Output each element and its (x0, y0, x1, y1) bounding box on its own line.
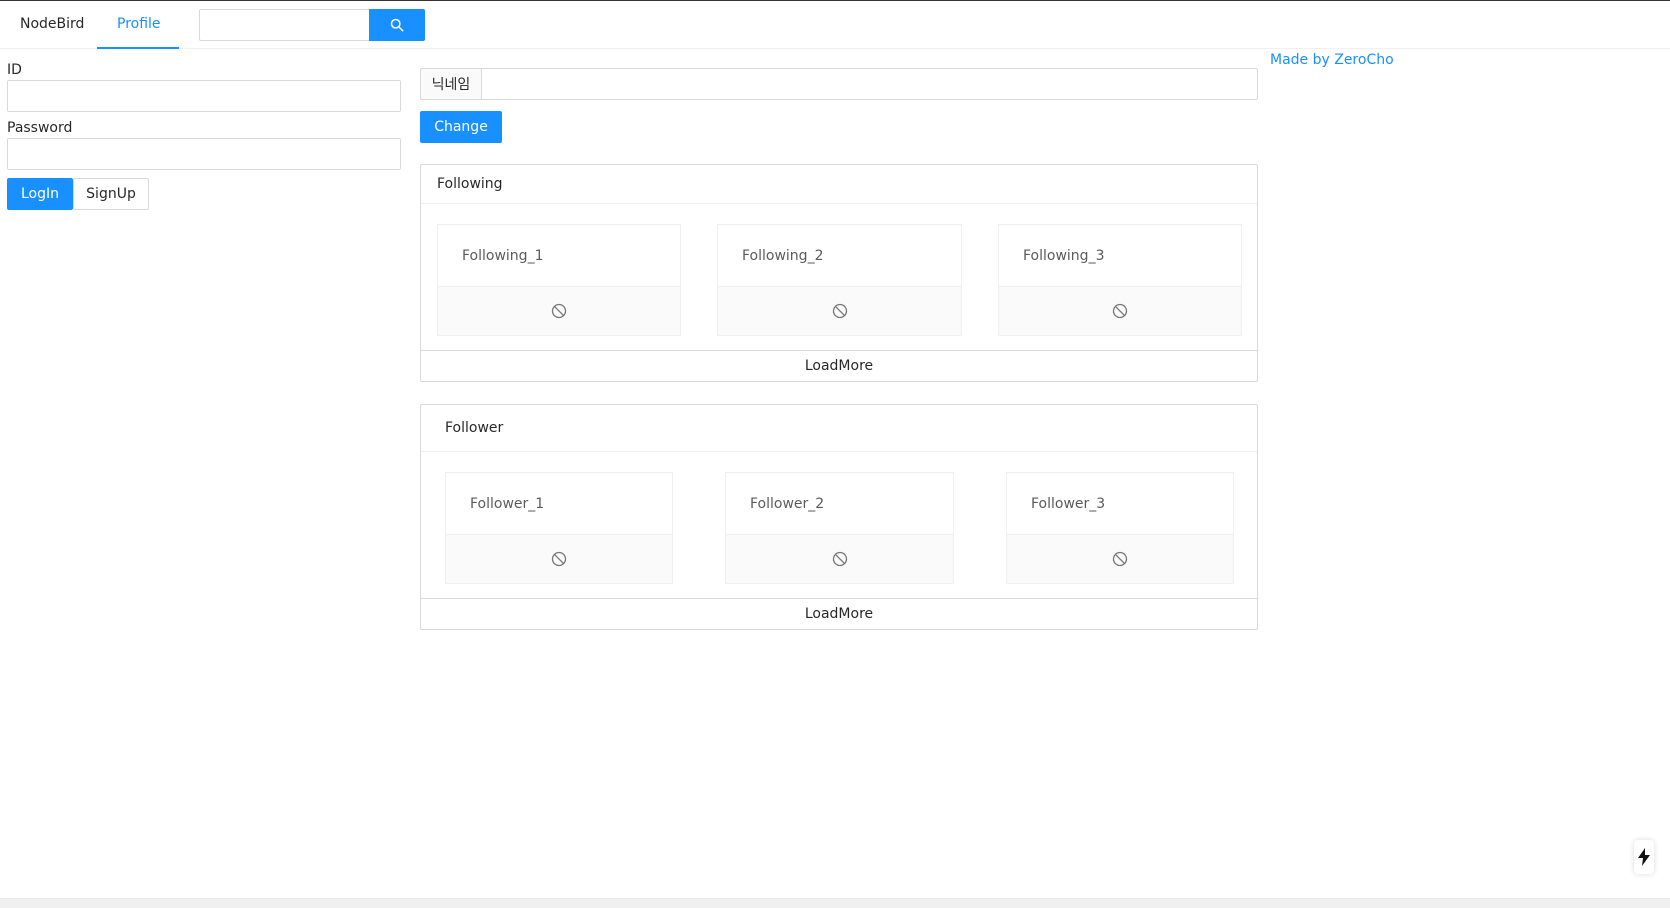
stop-icon (1112, 551, 1128, 567)
follower-card: Follower_2 (725, 472, 954, 584)
nickname-addon-label: 닉네임 (420, 68, 481, 100)
stop-icon (832, 551, 847, 567)
search-icon (390, 18, 404, 32)
follower-card: Follower_1 (445, 472, 673, 584)
search-input[interactable] (199, 9, 369, 41)
follower-load-more-button[interactable]: LoadMore (420, 598, 1258, 630)
stop-icon (551, 303, 567, 319)
following-card-title: Following_3 (999, 225, 1241, 287)
follower-list: Follower Follower_1 Follower_2 Follower_… (420, 404, 1258, 630)
block-follower-button[interactable] (446, 535, 672, 583)
stop-icon (1112, 303, 1128, 319)
search-group (199, 9, 425, 41)
nickname-edit-group: 닉네임 (420, 68, 1258, 100)
password-field[interactable] (7, 138, 401, 170)
login-form: ID Password LogIn SignUp (7, 60, 402, 210)
stop-icon (832, 303, 847, 319)
horizontal-scrollbar[interactable] (0, 898, 1670, 908)
unfollow-button[interactable] (438, 287, 680, 335)
unfollow-button[interactable] (718, 287, 961, 335)
following-list: Following Following_1 Following_2 Follow… (420, 164, 1258, 382)
following-card-title: Following_2 (718, 225, 961, 287)
search-button[interactable] (369, 9, 425, 41)
login-button[interactable]: LogIn (7, 178, 73, 210)
block-follower-button[interactable] (1007, 535, 1233, 583)
nav-item-profile[interactable]: Profile (97, 1, 179, 49)
block-follower-button[interactable] (726, 535, 953, 583)
top-navbar: NodeBird Profile (0, 1, 1670, 49)
lightning-icon (1638, 848, 1650, 866)
profile-main: 닉네임 Change Following Following_1 Followi… (420, 68, 1258, 630)
follower-card-title: Follower_1 (446, 473, 672, 535)
following-card: Following_3 (998, 224, 1242, 336)
following-list-header: Following (421, 165, 1257, 204)
signup-button[interactable]: SignUp (73, 178, 149, 210)
following-card-title: Following_1 (438, 225, 680, 287)
password-label: Password (7, 120, 73, 136)
follower-card-title: Follower_2 (726, 473, 953, 535)
dev-indicator-button[interactable] (1634, 840, 1654, 874)
stop-icon (551, 551, 567, 567)
follower-list-header: Follower (421, 405, 1257, 452)
id-label: ID (7, 62, 22, 78)
id-field[interactable] (7, 80, 401, 112)
nav-item-nodebird[interactable]: NodeBird (0, 1, 104, 49)
change-nickname-button[interactable]: Change (420, 111, 502, 143)
made-by-link[interactable]: Made by ZeroCho (1270, 52, 1394, 68)
unfollow-button[interactable] (999, 287, 1241, 335)
follower-card-title: Follower_3 (1007, 473, 1233, 535)
following-load-more-button[interactable]: LoadMore (420, 350, 1258, 382)
login-buttons: LogIn SignUp (7, 178, 402, 210)
following-card: Following_2 (717, 224, 962, 336)
nickname-input[interactable] (481, 68, 1258, 100)
follower-card: Follower_3 (1006, 472, 1234, 584)
following-card: Following_1 (437, 224, 681, 336)
